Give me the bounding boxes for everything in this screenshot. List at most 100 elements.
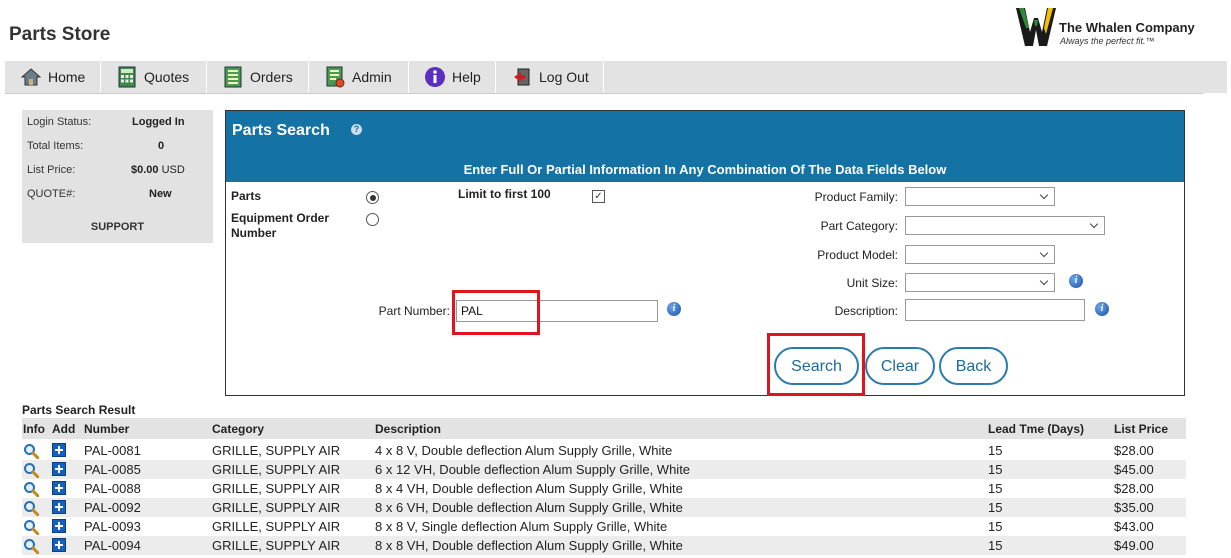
- row-list-price: $28.00: [1114, 443, 1154, 458]
- document-list-icon: [222, 66, 244, 88]
- nav-home-label: Home: [48, 69, 86, 85]
- nav-admin[interactable]: Admin: [309, 61, 409, 93]
- account-status-panel: Login Status: Logged In Total Items: 0 L…: [22, 110, 213, 243]
- page-title: Parts Store: [9, 24, 111, 45]
- row-number: PAL-0085: [84, 462, 141, 477]
- col-lead-time: Lead Tme (Days): [988, 422, 1085, 436]
- clear-button[interactable]: Clear: [865, 347, 935, 385]
- product-model-label: Product Model:: [817, 248, 898, 262]
- magnifier-info-icon[interactable]: [23, 462, 40, 479]
- row-category: GRILLE, SUPPLY AIR: [212, 443, 341, 458]
- mode-parts-radio[interactable]: [366, 191, 379, 204]
- logout-icon: [511, 66, 533, 88]
- row-lead-time: 15: [988, 519, 1003, 534]
- product-model-select[interactable]: [905, 245, 1055, 264]
- login-status-value: Logged In: [132, 116, 185, 128]
- list-price-label: List Price:: [27, 164, 76, 176]
- nav-help[interactable]: Help: [409, 61, 496, 93]
- info-icon: [424, 66, 446, 88]
- row-number: PAL-0088: [84, 481, 141, 496]
- nav-orders[interactable]: Orders: [207, 61, 309, 93]
- nav-quotes[interactable]: Quotes: [101, 61, 207, 93]
- whalen-w-logo-icon: [1016, 8, 1056, 46]
- total-items-label: Total Items:: [27, 140, 84, 152]
- row-lead-time: 15: [988, 443, 1003, 458]
- add-plus-icon[interactable]: [52, 538, 66, 552]
- col-add: Add: [52, 422, 76, 436]
- results-table-header: Info Add Number Category Description Lea…: [22, 418, 1186, 439]
- quote-number-label: QUOTE#:: [27, 188, 76, 200]
- part-category-label: Part Category:: [820, 219, 898, 233]
- nav-home[interactable]: Home: [5, 61, 101, 93]
- table-row: PAL-0088 GRILLE, SUPPLY AIR 8 x 4 VH, Doub…: [22, 479, 1186, 498]
- list-price-value: $0.00: [131, 164, 159, 176]
- parts-search-title: Parts Search: [232, 122, 330, 139]
- table-row: PAL-0094 GRILLE, SUPPLY AIR 8 x 8 VH, Doub…: [22, 536, 1186, 555]
- row-category: GRILLE, SUPPLY AIR: [212, 538, 341, 553]
- row-category: GRILLE, SUPPLY AIR: [212, 462, 341, 477]
- product-family-label: Product Family:: [814, 190, 898, 204]
- magnifier-info-icon[interactable]: [23, 500, 40, 517]
- nav-logout-label: Log Out: [539, 69, 589, 85]
- row-list-price: $45.00: [1114, 462, 1154, 477]
- support-link[interactable]: SUPPORT: [22, 221, 213, 233]
- product-family-select[interactable]: [905, 187, 1055, 206]
- part-number-label: Part Number:: [378, 304, 450, 318]
- row-list-price: $43.00: [1114, 519, 1154, 534]
- description-info-icon[interactable]: i: [1095, 302, 1109, 316]
- table-row: PAL-0093 GRILLE, SUPPLY AIR 8 x 8 V, Singl…: [22, 517, 1186, 536]
- mode-equipment-label-2: Number: [231, 226, 277, 240]
- add-plus-icon[interactable]: [52, 481, 66, 495]
- nav-help-label: Help: [452, 69, 481, 85]
- row-list-price: $49.00: [1114, 538, 1154, 553]
- magnifier-info-icon[interactable]: [23, 443, 40, 460]
- main-nav: Home Quotes Orders Admin Help Log Out: [5, 61, 1227, 94]
- parts-search-panel: Parts Search ? Enter Full Or Partial Inf…: [225, 110, 1185, 396]
- part-number-info-icon[interactable]: i: [667, 302, 681, 316]
- logo-tagline: Always the perfect fit.™: [1060, 36, 1155, 46]
- search-button[interactable]: Search: [774, 347, 859, 385]
- magnifier-info-icon[interactable]: [23, 519, 40, 536]
- col-list-price: List Price: [1114, 422, 1169, 436]
- results-title: Parts Search Result: [22, 403, 136, 417]
- limit-checkbox[interactable]: ✓: [592, 190, 605, 203]
- description-label: Description:: [834, 304, 898, 318]
- row-description: 6 x 12 VH, Double deflection Alum Supply…: [375, 462, 691, 477]
- row-description: 8 x 8 V, Single deflection Alum Supply G…: [375, 519, 668, 534]
- description-input[interactable]: [905, 299, 1085, 321]
- magnifier-info-icon[interactable]: [23, 481, 40, 498]
- mode-equipment-radio[interactable]: [366, 213, 379, 226]
- help-question-icon[interactable]: ?: [351, 124, 362, 135]
- add-plus-icon[interactable]: [52, 462, 66, 476]
- quote-number-value: New: [149, 188, 172, 200]
- part-category-select[interactable]: [905, 216, 1105, 235]
- col-category: Category: [212, 422, 265, 436]
- mode-equipment-label-1: Equipment Order: [231, 211, 330, 225]
- row-description: 8 x 8 VH, Double deflection Alum Supply …: [375, 538, 683, 553]
- row-lead-time: 15: [988, 462, 1003, 477]
- row-lead-time: 15: [988, 500, 1003, 515]
- nav-logout[interactable]: Log Out: [496, 61, 604, 93]
- unit-size-select[interactable]: [905, 273, 1055, 292]
- add-plus-icon[interactable]: [52, 519, 66, 533]
- logo-company-name: The Whalen Company: [1059, 20, 1195, 35]
- add-plus-icon[interactable]: [52, 443, 66, 457]
- add-plus-icon[interactable]: [52, 500, 66, 514]
- row-number: PAL-0081: [84, 443, 141, 458]
- calculator-icon: [116, 66, 138, 88]
- row-description: 8 x 6 VH, Double deflection Alum Supply …: [375, 500, 683, 515]
- row-lead-time: 15: [988, 538, 1003, 553]
- unit-size-info-icon[interactable]: i: [1069, 274, 1083, 288]
- home-icon: [20, 66, 42, 88]
- nav-orders-label: Orders: [250, 69, 293, 85]
- back-button[interactable]: Back: [939, 347, 1008, 385]
- magnifier-info-icon[interactable]: [23, 538, 40, 555]
- row-list-price: $35.00: [1114, 500, 1154, 515]
- row-list-price: $28.00: [1114, 481, 1154, 496]
- nav-admin-label: Admin: [352, 69, 392, 85]
- parts-search-header: Parts Search ? Enter Full Or Partial Inf…: [226, 111, 1184, 182]
- list-price-currency: USD: [161, 164, 185, 176]
- table-row: PAL-0081 GRILLE, SUPPLY AIR 4 x 8 V, Doubl…: [22, 441, 1186, 460]
- part-number-input[interactable]: [456, 300, 658, 322]
- row-number: PAL-0094: [84, 538, 141, 553]
